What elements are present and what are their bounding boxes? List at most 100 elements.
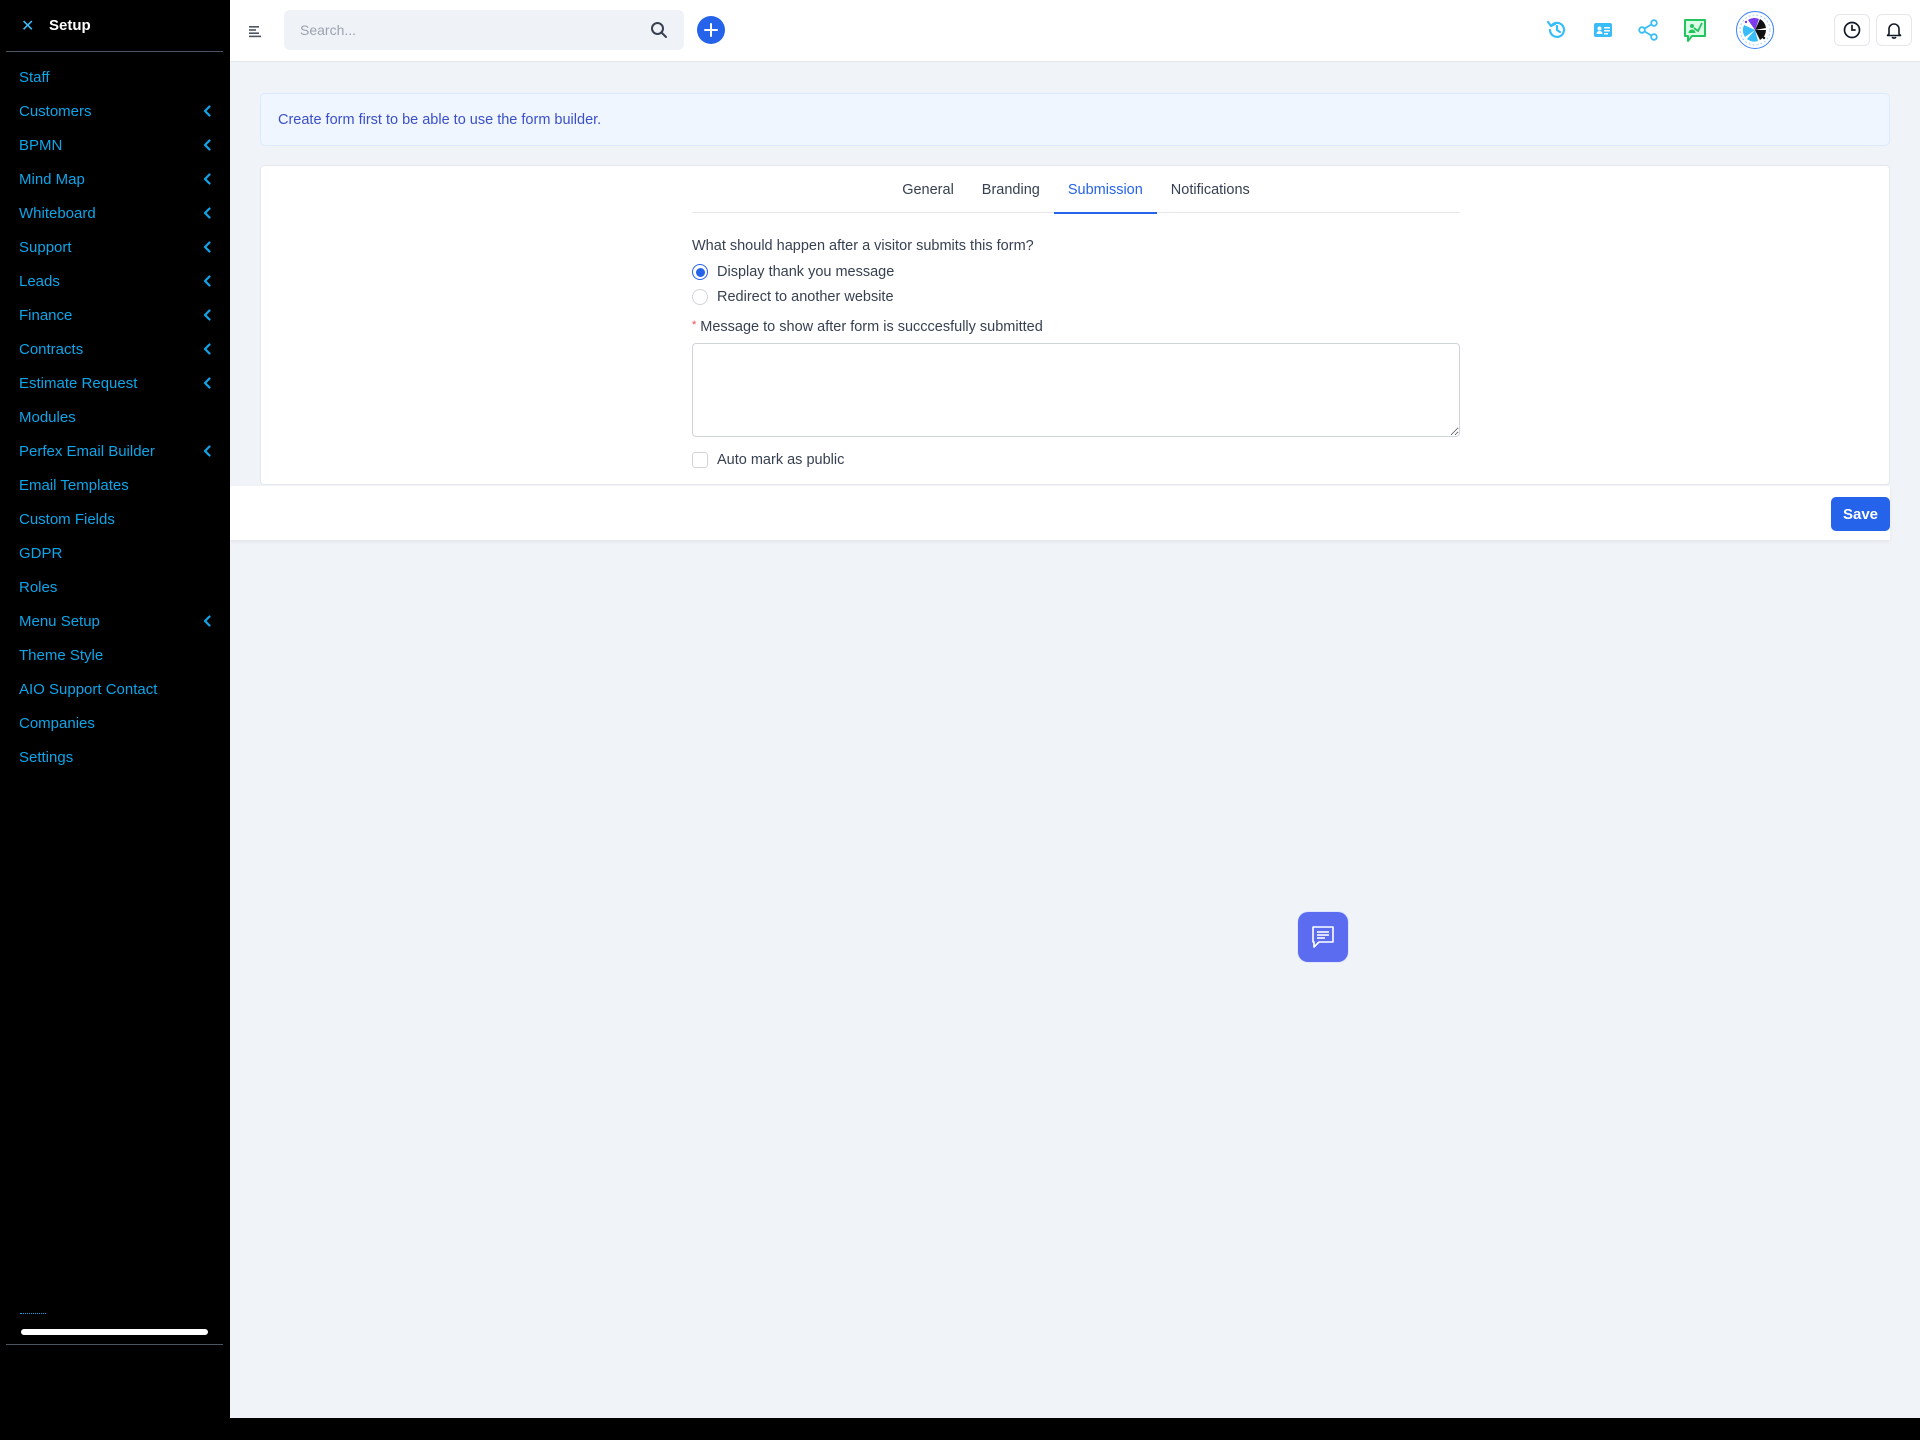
sidebar-item-modules[interactable]: Modules [0, 400, 230, 434]
sidebar-item-label: Contracts [19, 340, 84, 358]
tab-branding[interactable]: Branding [968, 166, 1054, 213]
topbar [230, 0, 1920, 62]
sidebar-item-label: BPMN [19, 136, 63, 154]
message-field-label: * Message to show after form is succcesfu… [692, 319, 1460, 335]
notifications-button[interactable] [1876, 14, 1912, 46]
chevron-left-icon[interactable] [202, 376, 212, 390]
sidebar-item-whiteboard[interactable]: Whiteboard [0, 196, 230, 230]
sidebar-item-mind-map[interactable]: Mind Map [0, 162, 230, 196]
close-icon[interactable]: ✕ [21, 16, 35, 36]
radio-display-thank-you[interactable]: Display thank you message [692, 264, 1460, 280]
sidebar-item-label: Companies [19, 714, 95, 732]
radio-button[interactable] [692, 289, 708, 305]
sidebar-item-label: Whiteboard [19, 204, 96, 222]
auto-mark-public-checkbox[interactable] [692, 452, 708, 468]
sidebar-item-perfex-email-builder[interactable]: Perfex Email Builder [0, 434, 230, 468]
chevron-left-icon[interactable] [202, 444, 212, 458]
tabs: General Branding Submission Notifications [692, 166, 1460, 214]
search-input[interactable] [300, 22, 650, 38]
form-settings-card: General Branding Submission Notifications W… [260, 165, 1890, 485]
main-content: Create form first to be able to use the … [230, 0, 1920, 1418]
history-icon[interactable] [1545, 18, 1569, 42]
sidebar-item-roles[interactable]: Roles [0, 570, 230, 604]
sidebar-item-bpmn[interactable]: BPMN [0, 128, 230, 162]
sidebar-title: Setup [49, 17, 91, 34]
chevron-left-icon[interactable] [202, 172, 212, 186]
sidebar-item-label: AIO Support Contact [19, 680, 158, 698]
sidebar-item-finance[interactable]: Finance [0, 298, 230, 332]
alert-text: Create form first to be able to use the … [278, 111, 602, 128]
sidebar-item-label: Settings [19, 748, 74, 766]
submission-form: What should happen after a visitor submi… [692, 213, 1460, 468]
menu-icon[interactable] [248, 24, 262, 38]
clock-button[interactable] [1834, 14, 1870, 46]
sidebar-item-contracts[interactable]: Contracts [0, 332, 230, 366]
sidebar-item-label: Leads [19, 272, 60, 290]
sidebar-item-customers[interactable]: Customers [0, 94, 230, 128]
sidebar-item-label: Finance [19, 306, 73, 324]
radio-redirect-website[interactable]: Redirect to another website [692, 289, 1460, 305]
sidebar-item-estimate-request[interactable]: Estimate Request [0, 366, 230, 400]
required-marker: * [692, 319, 697, 331]
save-bar: Save [230, 486, 1890, 540]
sidebar: ✕ Setup Staff Customers BPMN Mind Map Whiteb… [0, 0, 230, 1440]
sidebar-item-custom-fields[interactable]: Custom Fields [0, 502, 230, 536]
chevron-left-icon[interactable] [202, 240, 212, 254]
auto-mark-public-option[interactable]: Auto mark as public [692, 452, 1460, 468]
success-message-textarea[interactable] [692, 343, 1460, 437]
sidebar-item-label: Support [19, 238, 72, 256]
search-box [284, 10, 684, 50]
sidebar-item-leads[interactable]: Leads [0, 264, 230, 298]
chat-button[interactable] [1298, 912, 1348, 962]
sidebar-item-label: Mind Map [19, 170, 85, 188]
sidebar-bottom-indicator [20, 1313, 46, 1315]
add-icon [704, 23, 718, 37]
sidebar-item-staff[interactable]: Staff [0, 60, 230, 94]
sidebar-item-label: Staff [19, 68, 50, 86]
chevron-left-icon[interactable] [202, 104, 212, 118]
sidebar-item-gdpr[interactable]: GDPR [0, 536, 230, 570]
contact-card-icon[interactable] [1591, 18, 1615, 42]
bell-icon [1886, 23, 1902, 39]
save-button[interactable]: Save [1831, 497, 1890, 531]
sidebar-item-menu-setup[interactable]: Menu Setup [0, 604, 230, 638]
sidebar-item-support[interactable]: Support [0, 230, 230, 264]
sidebar-menu: Staff Customers BPMN Mind Map Whiteboard Supp… [0, 52, 230, 774]
share-icon[interactable] [1636, 18, 1660, 42]
tab-notifications[interactable]: Notifications [1157, 166, 1264, 213]
avatar[interactable] [1736, 11, 1774, 49]
radio-button[interactable] [692, 264, 708, 280]
sidebar-scrollbar[interactable] [21, 1329, 208, 1335]
sidebar-item-theme-style[interactable]: Theme Style [0, 638, 230, 672]
sidebar-item-label: Perfex Email Builder [19, 442, 155, 460]
sidebar-item-label: Roles [19, 578, 58, 596]
sidebar-item-email-templates[interactable]: Email Templates [0, 468, 230, 502]
submit-action-question: What should happen after a visitor submi… [692, 238, 1034, 254]
sidebar-item-label: Modules [19, 408, 76, 426]
search-icon[interactable] [650, 21, 668, 39]
radio-label: Redirect to another website [717, 289, 894, 305]
chevron-left-icon[interactable] [202, 274, 212, 288]
sidebar-item-settings[interactable]: Settings [0, 740, 230, 774]
bottom-strip [0, 1418, 1920, 1440]
chevron-left-icon[interactable] [202, 308, 212, 322]
add-button[interactable] [697, 16, 725, 44]
chat-icon [1312, 926, 1334, 948]
sidebar-item-aio-support-contact[interactable]: AIO Support Contact [0, 672, 230, 706]
sidebar-item-label: Menu Setup [19, 612, 100, 630]
presentation-icon[interactable] [1682, 17, 1708, 45]
sidebar-bottom-divider [6, 1344, 223, 1345]
sidebar-item-label: Estimate Request [19, 374, 138, 392]
chevron-left-icon[interactable] [202, 342, 212, 356]
tab-submission[interactable]: Submission [1053, 166, 1157, 214]
tab-general[interactable]: General [888, 166, 968, 213]
chevron-left-icon[interactable] [202, 138, 212, 152]
info-alert: Create form first to be able to use the … [260, 93, 1890, 146]
chevron-left-icon[interactable] [202, 206, 212, 220]
message-label-text: Message to show after form is succcesful… [700, 319, 1043, 335]
clock-icon [1843, 21, 1861, 39]
chevron-left-icon[interactable] [202, 614, 212, 628]
checkbox-label: Auto mark as public [717, 452, 845, 468]
sidebar-item-label: Email Templates [19, 476, 129, 494]
sidebar-item-companies[interactable]: Companies [0, 706, 230, 740]
